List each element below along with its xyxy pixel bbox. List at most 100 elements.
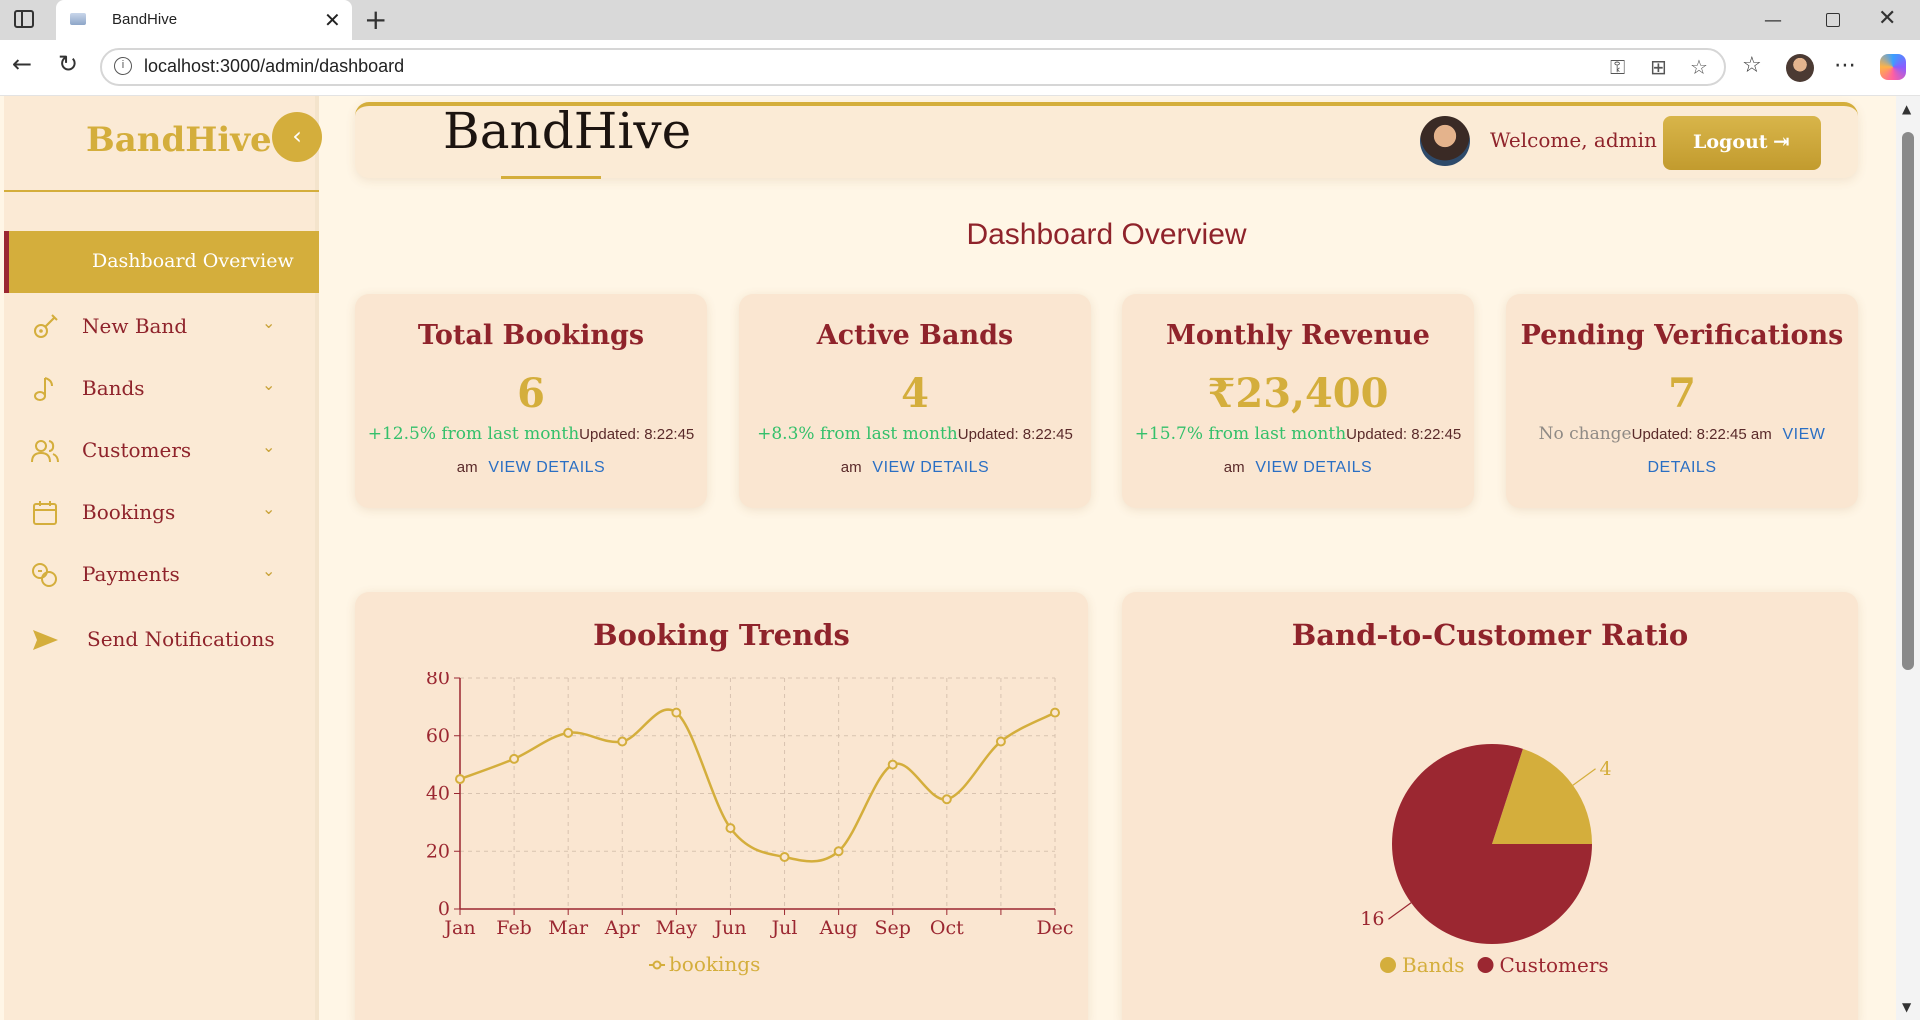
close-window-icon[interactable]: ✕ bbox=[1878, 6, 1896, 31]
stat-card-active-bands: Active Bands 4 +8.3% from last monthUpda… bbox=[739, 294, 1091, 508]
data-point[interactable] bbox=[1050, 707, 1060, 718]
data-point[interactable] bbox=[509, 753, 520, 764]
stat-meta: No changeUpdated: 8:22:45 am VIEW DETAIL… bbox=[1516, 418, 1848, 484]
copilot-icon[interactable] bbox=[1880, 54, 1906, 80]
site-info-icon[interactable]: i bbox=[114, 57, 132, 75]
legend-label-customers[interactable]: Customers bbox=[1500, 953, 1609, 977]
browser-address-bar: ← ↻ i localhost:3000/admin/dashboard ⚿ ⊞… bbox=[0, 40, 1920, 96]
scroll-down-icon[interactable]: ▼ bbox=[1902, 1000, 1911, 1014]
section-heading: Dashboard Overview bbox=[966, 218, 1247, 251]
chevron-down-icon[interactable]: ⌄ bbox=[262, 313, 275, 332]
brand-logo-text: BandHive bbox=[86, 120, 272, 160]
sidebar-item-dashboard-overview[interactable]: Dashboard Overview bbox=[4, 231, 319, 293]
welcome-text: Welcome, admin bbox=[1490, 128, 1657, 152]
stat-meta: +8.3% from last monthUpdated: 8:22:45 am… bbox=[749, 418, 1081, 484]
legend-label-bands[interactable]: Bands bbox=[1402, 953, 1465, 977]
data-point[interactable] bbox=[563, 727, 574, 738]
stat-title: Active Bands bbox=[816, 320, 1014, 351]
data-point[interactable] bbox=[941, 794, 952, 805]
browser-tab[interactable]: BandHive ✕ bbox=[56, 0, 352, 40]
sidebar-item-new-band[interactable]: New Band ⌄ bbox=[4, 299, 319, 355]
sidebar-item-label: Dashboard Overview bbox=[92, 250, 294, 272]
sidebar-item-payments[interactable]: Payments ⌄ bbox=[4, 547, 319, 603]
chart-title: Booking Trends bbox=[593, 618, 850, 652]
sidebar-item-customers[interactable]: Customers ⌄ bbox=[4, 423, 319, 479]
y-tick-label: 60 bbox=[426, 725, 450, 747]
send-icon bbox=[33, 630, 58, 650]
page-title: BandHive bbox=[443, 102, 692, 160]
stat-value: 6 bbox=[517, 370, 545, 417]
data-point[interactable] bbox=[671, 707, 682, 718]
view-details-link[interactable]: VIEW DETAILS bbox=[872, 459, 989, 476]
chevron-down-icon[interactable]: ⌄ bbox=[262, 561, 275, 580]
sidebar-item-label: Bands bbox=[82, 376, 145, 400]
sidebar-item-send-notifications[interactable]: Send Notifications bbox=[4, 612, 319, 668]
pie-value-label: 4 bbox=[1600, 758, 1612, 780]
back-icon[interactable]: ← bbox=[12, 50, 32, 78]
favicon-icon bbox=[70, 13, 86, 25]
data-point[interactable] bbox=[833, 846, 844, 857]
scrollbar-thumb[interactable] bbox=[1902, 132, 1914, 670]
view-details-link[interactable]: VIEW DETAILS bbox=[488, 459, 605, 476]
top-header: BandHive Welcome, admin Logout ⇥ bbox=[355, 102, 1858, 179]
sidebar-item-label: Payments bbox=[82, 562, 180, 586]
stat-title: Total Bookings bbox=[417, 320, 645, 351]
sidebar-brand: BandHive bbox=[4, 96, 319, 192]
data-point[interactable] bbox=[995, 736, 1006, 747]
title-underline bbox=[501, 176, 601, 179]
data-point[interactable] bbox=[725, 823, 736, 834]
logout-button[interactable]: Logout ⇥ bbox=[1663, 116, 1821, 170]
chevron-down-icon[interactable]: ⌄ bbox=[262, 437, 275, 456]
view-details-link[interactable]: VIEW DETAILS bbox=[1255, 459, 1372, 476]
data-point[interactable] bbox=[779, 852, 790, 863]
sidebar-item-bookings[interactable]: Bookings ⌄ bbox=[4, 485, 319, 541]
booking-trends-chart: 020406080Jan Feb Mar Apr May Jun Jul Aug Sep Oct D… bbox=[426, 672, 1074, 976]
apps-icon[interactable]: ⊞ bbox=[1650, 55, 1667, 79]
stat-change: +15.7% from last month bbox=[1134, 424, 1347, 444]
profile-avatar-icon[interactable] bbox=[1786, 54, 1814, 82]
avatar[interactable] bbox=[1420, 116, 1470, 166]
more-menu-icon[interactable]: ⋯ bbox=[1834, 53, 1856, 78]
close-tab-icon[interactable]: ✕ bbox=[324, 8, 341, 32]
stat-card-pending-verifications: Pending Verifications 7 No changeUpdated… bbox=[1506, 294, 1858, 508]
legend-marker bbox=[1380, 957, 1396, 973]
favorite-star-icon[interactable]: ☆ bbox=[1690, 55, 1708, 79]
sidebar-item-label: Customers bbox=[82, 438, 192, 462]
sidebar-item-bands[interactable]: Bands ⌄ bbox=[4, 361, 319, 417]
pie-value-label: 16 bbox=[1360, 908, 1384, 930]
music-note-icon bbox=[34, 377, 53, 401]
stat-card-total-bookings: Total Bookings 6 +12.5% from last monthU… bbox=[355, 294, 707, 508]
collapse-sidebar-button[interactable]: ‹ bbox=[272, 112, 322, 162]
chevron-down-icon[interactable]: ⌄ bbox=[262, 375, 275, 394]
series-line-bookings bbox=[459, 708, 1056, 863]
url-text[interactable]: localhost:3000/admin/dashboard bbox=[144, 56, 404, 77]
x-tick-label: Mar bbox=[548, 917, 589, 939]
data-point[interactable] bbox=[455, 774, 465, 785]
scroll-up-icon[interactable]: ▲ bbox=[1902, 102, 1911, 116]
logout-icon: ⇥ bbox=[1773, 129, 1790, 153]
stat-change: +12.5% from last month bbox=[367, 424, 580, 444]
y-tick-label: 80 bbox=[426, 672, 450, 689]
x-tick-label: Jun bbox=[712, 917, 746, 939]
sidebar-toggle-icon[interactable] bbox=[14, 10, 34, 28]
new-tab-icon[interactable]: + bbox=[364, 3, 387, 36]
data-point[interactable] bbox=[617, 736, 628, 747]
stat-value: ₹23,400 bbox=[1207, 370, 1389, 417]
x-tick-label: Dec bbox=[1036, 917, 1073, 939]
legend-label-bookings[interactable]: bookings bbox=[669, 952, 760, 976]
stat-change: No change bbox=[1538, 424, 1632, 444]
password-key-icon[interactable]: ⚿ bbox=[1610, 55, 1625, 79]
reload-icon[interactable]: ↻ bbox=[58, 50, 78, 78]
page-scrollbar[interactable]: ▲ ▼ bbox=[1896, 96, 1920, 1020]
url-field[interactable]: i localhost:3000/admin/dashboard ⚿ ⊞ ☆ bbox=[100, 48, 1726, 86]
x-tick-label: May bbox=[656, 917, 698, 939]
chevron-down-icon[interactable]: ⌄ bbox=[262, 499, 275, 518]
restore-window-icon[interactable] bbox=[1826, 13, 1840, 27]
sidebar-item-label: Send Notifications bbox=[87, 627, 275, 651]
stat-card-monthly-revenue: Monthly Revenue ₹23,400 +15.7% from last… bbox=[1122, 294, 1474, 508]
data-point[interactable] bbox=[887, 759, 898, 770]
x-tick-label: Jan bbox=[442, 917, 475, 939]
booking-trends-card: Booking Trends 0 20 40 60 80 Jan Feb Mar Apr May J… bbox=[355, 592, 1088, 1020]
favorites-icon[interactable]: ☆ bbox=[1742, 53, 1762, 78]
minimize-icon[interactable]: — bbox=[1764, 10, 1782, 31]
